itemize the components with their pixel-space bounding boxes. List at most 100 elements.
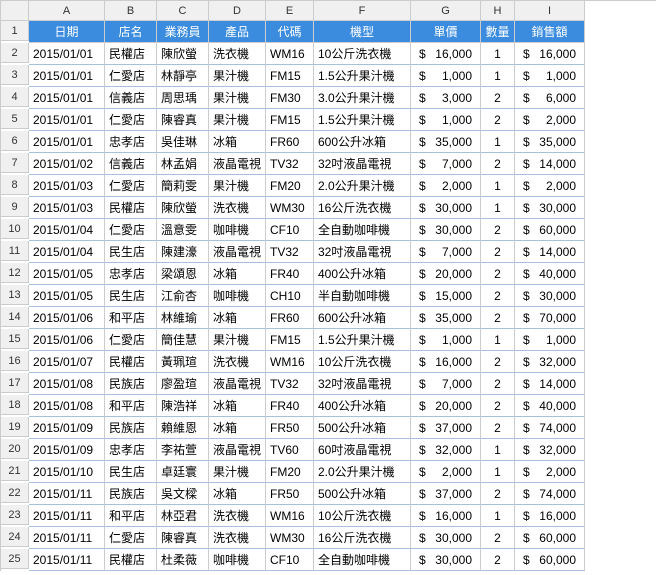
cell-product[interactable]: 洗衣機 xyxy=(209,197,266,219)
row-header-4[interactable]: 4 xyxy=(1,87,29,107)
cell-qty[interactable]: 2 xyxy=(481,549,515,571)
cell-price[interactable]: $3,000 xyxy=(411,87,481,109)
cell-store[interactable]: 仁愛店 xyxy=(105,175,157,197)
cell-amount[interactable]: $14,000 xyxy=(515,373,585,395)
cell-price[interactable]: $7,000 xyxy=(411,153,481,175)
cell-code[interactable]: FR40 xyxy=(266,395,314,417)
cell-store[interactable]: 民權店 xyxy=(105,197,157,219)
select-all-corner[interactable] xyxy=(1,1,29,21)
cell-date[interactable]: 2015/01/08 xyxy=(29,395,105,417)
cell-code[interactable]: FR50 xyxy=(266,417,314,439)
cell-model[interactable]: 500公升冰箱 xyxy=(314,483,411,505)
cell-code[interactable]: CH10 xyxy=(266,285,314,307)
cell-price[interactable]: $20,000 xyxy=(411,395,481,417)
cell-model[interactable]: 10公斤洗衣機 xyxy=(314,505,411,527)
row-header-13[interactable]: 13 xyxy=(1,285,29,305)
cell-amount[interactable]: $35,000 xyxy=(515,131,585,153)
cell-amount[interactable]: $2,000 xyxy=(515,175,585,197)
cell-model[interactable]: 16公斤洗衣機 xyxy=(314,197,411,219)
col-header-D[interactable]: D xyxy=(209,1,266,21)
cell-store[interactable]: 仁愛店 xyxy=(105,219,157,241)
cell-amount[interactable]: $60,000 xyxy=(515,527,585,549)
cell-qty[interactable]: 2 xyxy=(481,87,515,109)
cell-store[interactable]: 仁愛店 xyxy=(105,109,157,131)
cell-model[interactable]: 10公斤洗衣機 xyxy=(314,43,411,65)
cell-amount[interactable]: $40,000 xyxy=(515,395,585,417)
cell-store[interactable]: 忠孝店 xyxy=(105,263,157,285)
cell-qty[interactable]: 2 xyxy=(481,153,515,175)
row-header-2[interactable]: 2 xyxy=(1,43,29,63)
cell-model[interactable]: 600公升冰箱 xyxy=(314,131,411,153)
cell-qty[interactable]: 1 xyxy=(481,43,515,65)
cell-amount[interactable]: $14,000 xyxy=(515,241,585,263)
cell-price[interactable]: $35,000 xyxy=(411,307,481,329)
cell-qty[interactable]: 2 xyxy=(481,241,515,263)
cell-sales[interactable]: 林孟娟 xyxy=(157,153,209,175)
row-header-14[interactable]: 14 xyxy=(1,307,29,327)
cell-store[interactable]: 和平店 xyxy=(105,395,157,417)
row-header-1[interactable]: 1 xyxy=(1,21,29,41)
cell-amount[interactable]: $70,000 xyxy=(515,307,585,329)
cell-store[interactable]: 信義店 xyxy=(105,153,157,175)
row-header-19[interactable]: 19 xyxy=(1,417,29,437)
cell-model[interactable]: 1.5公升果汁機 xyxy=(314,329,411,351)
cell-date[interactable]: 2015/01/07 xyxy=(29,351,105,373)
cell-store[interactable]: 仁愛店 xyxy=(105,65,157,87)
cell-model[interactable]: 500公升冰箱 xyxy=(314,417,411,439)
cell-code[interactable]: FM15 xyxy=(266,109,314,131)
cell-model[interactable]: 3.0公升果汁機 xyxy=(314,87,411,109)
cell-product[interactable]: 果汁機 xyxy=(209,109,266,131)
row-header-7[interactable]: 7 xyxy=(1,153,29,173)
cell-date[interactable]: 2015/01/01 xyxy=(29,87,105,109)
cell-code[interactable]: FM20 xyxy=(266,175,314,197)
cell-model[interactable]: 600公升冰箱 xyxy=(314,307,411,329)
cell-date[interactable]: 2015/01/01 xyxy=(29,43,105,65)
cell-sales[interactable]: 廖盈瑄 xyxy=(157,373,209,395)
cell-qty[interactable]: 2 xyxy=(481,219,515,241)
cell-sales[interactable]: 簡莉雯 xyxy=(157,175,209,197)
cell-qty[interactable]: 2 xyxy=(481,307,515,329)
row-header-5[interactable]: 5 xyxy=(1,109,29,129)
cell-price[interactable]: $30,000 xyxy=(411,549,481,571)
cell-store[interactable]: 民權店 xyxy=(105,549,157,571)
cell-qty[interactable]: 1 xyxy=(481,65,515,87)
cell-amount[interactable]: $74,000 xyxy=(515,417,585,439)
cell-sales[interactable]: 黃珮瑄 xyxy=(157,351,209,373)
cell-store[interactable]: 忠孝店 xyxy=(105,131,157,153)
cell-price[interactable]: $37,000 xyxy=(411,417,481,439)
cell-product[interactable]: 咖啡機 xyxy=(209,285,266,307)
cell-date[interactable]: 2015/01/03 xyxy=(29,175,105,197)
cell-store[interactable]: 民生店 xyxy=(105,461,157,483)
cell-code[interactable]: CF10 xyxy=(266,549,314,571)
cell-product[interactable]: 咖啡機 xyxy=(209,219,266,241)
row-header-8[interactable]: 8 xyxy=(1,175,29,195)
cell-date[interactable]: 2015/01/01 xyxy=(29,109,105,131)
cell-price[interactable]: $30,000 xyxy=(411,527,481,549)
cell-date[interactable]: 2015/01/08 xyxy=(29,373,105,395)
cell-amount[interactable]: $2,000 xyxy=(515,109,585,131)
row-header-6[interactable]: 6 xyxy=(1,131,29,151)
cell-date[interactable]: 2015/01/01 xyxy=(29,65,105,87)
cell-qty[interactable]: 2 xyxy=(481,527,515,549)
row-header-15[interactable]: 15 xyxy=(1,329,29,349)
cell-store[interactable]: 信義店 xyxy=(105,87,157,109)
cell-price[interactable]: $7,000 xyxy=(411,373,481,395)
cell-sales[interactable]: 江俞杏 xyxy=(157,285,209,307)
cell-code[interactable]: WM16 xyxy=(266,351,314,373)
cell-date[interactable]: 2015/01/11 xyxy=(29,505,105,527)
cell-product[interactable]: 液晶電視 xyxy=(209,439,266,461)
cell-sales[interactable]: 林亞君 xyxy=(157,505,209,527)
cell-date[interactable]: 2015/01/02 xyxy=(29,153,105,175)
cell-price[interactable]: $2,000 xyxy=(411,175,481,197)
cell-date[interactable]: 2015/01/09 xyxy=(29,439,105,461)
cell-qty[interactable]: 2 xyxy=(481,395,515,417)
cell-qty[interactable]: 1 xyxy=(481,329,515,351)
cell-product[interactable]: 冰箱 xyxy=(209,483,266,505)
cell-qty[interactable]: 1 xyxy=(481,505,515,527)
cell-date[interactable]: 2015/01/06 xyxy=(29,307,105,329)
cell-code[interactable]: TV32 xyxy=(266,153,314,175)
cell-code[interactable]: FM20 xyxy=(266,461,314,483)
cell-code[interactable]: FM30 xyxy=(266,87,314,109)
col-header-F[interactable]: F xyxy=(314,1,411,21)
row-header-22[interactable]: 22 xyxy=(1,483,29,503)
